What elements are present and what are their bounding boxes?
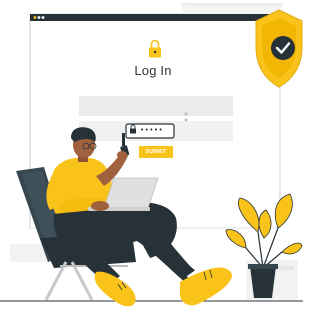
login-title: Log In [134,63,172,78]
password-mask-text: ••••• [140,126,164,134]
username-field[interactable] [79,96,233,116]
submit-button-label[interactable]: SUBMIT [139,148,173,156]
login-illustration [0,3,303,307]
